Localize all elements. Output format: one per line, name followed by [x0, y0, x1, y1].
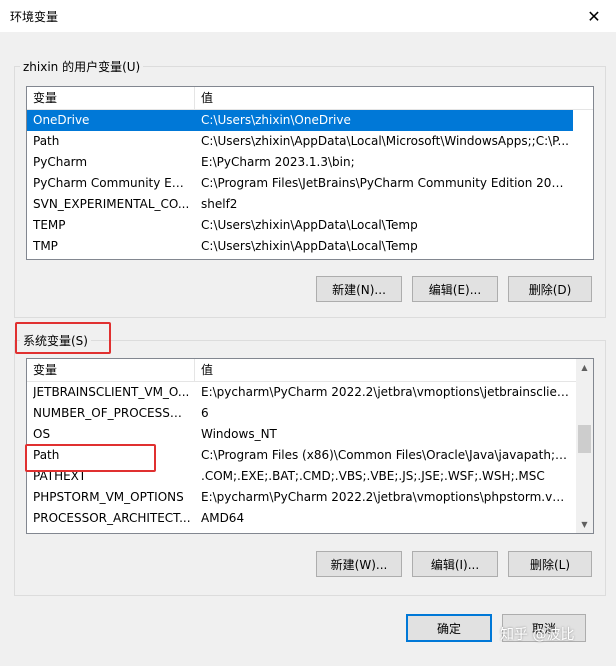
table-row[interactable]: NUMBER_OF_PROCESSORS 6 — [27, 403, 576, 424]
table-row[interactable]: OS Windows_NT — [27, 424, 576, 445]
system-variables-scrollbar[interactable]: ▲ ▼ — [576, 359, 593, 533]
system-delete-button[interactable]: 删除(L) — [508, 551, 592, 577]
variable-name-cell: Path — [33, 134, 60, 148]
column-header-variable[interactable]: 变量 — [27, 87, 195, 109]
table-row[interactable]: Path C:\Users\zhixin\AppData\Local\Micros… — [27, 131, 576, 152]
variable-name-cell: JETBRAINSCLIENT_VM_O... — [33, 385, 190, 399]
variable-value-cell: C:\Program Files\JetBrains\PyCharm Commu… — [201, 176, 571, 190]
table-row[interactable]: PHPSTORM_VM_OPTIONS E:\pycharm\PyCharm 20… — [27, 487, 576, 508]
column-header-value[interactable]: 值 — [195, 359, 576, 381]
table-row[interactable]: PyCharm E:\PyCharm 2023.1.3\bin; — [27, 152, 576, 173]
table-row[interactable]: PROCESSOR_ARCHITECT... AMD64 — [27, 508, 576, 529]
variable-value-cell: 6 — [201, 406, 209, 420]
variable-name-cell: TMP — [33, 239, 58, 253]
highlight-system-variables-label — [15, 322, 111, 354]
variable-value-cell: shelf2 — [201, 197, 238, 211]
user-delete-button[interactable]: 删除(D) — [508, 276, 592, 302]
ok-button[interactable]: 确定 — [406, 614, 492, 642]
user-variables-list[interactable]: 变量 值 OneDrive C:\Users\zhixin\OneDrive Pat… — [26, 86, 594, 260]
variable-value-cell: .COM;.EXE;.BAT;.CMD;.VBS;.VBE;.JS;.JSE;.… — [201, 469, 545, 483]
variable-value-cell: E:\pycharm\PyCharm 2022.2\jetbra\vmoptio… — [201, 490, 571, 504]
column-header-value[interactable]: 值 — [195, 87, 593, 109]
user-edit-button[interactable]: 编辑(E)... — [412, 276, 498, 302]
table-row[interactable]: OneDrive C:\Users\zhixin\OneDrive — [27, 110, 573, 131]
window-title: 环境变量 — [10, 10, 59, 24]
variable-value-cell: C:\Users\zhixin\AppData\Local\Microsoft\… — [201, 134, 569, 148]
variable-name-cell: SVN_EXPERIMENTAL_CO... — [33, 197, 190, 211]
variable-name-cell: NUMBER_OF_PROCESSORS — [33, 406, 191, 420]
watermark: 知乎 @波比 — [500, 627, 575, 643]
table-row[interactable]: PyCharm Community Editi... C:\Program Fil… — [27, 173, 576, 194]
variable-name-cell: TEMP — [33, 218, 66, 232]
scroll-down-icon[interactable]: ▼ — [576, 516, 593, 533]
system-variables-header: 变量 值 — [27, 359, 593, 382]
variable-value-cell: AMD64 — [201, 511, 245, 525]
table-row[interactable]: TMP C:\Users\zhixin\AppData\Local\Temp — [27, 236, 576, 257]
table-row[interactable]: TEMP C:\Users\zhixin\AppData\Local\Temp — [27, 215, 576, 236]
user-variables-header: 变量 值 — [27, 87, 593, 110]
system-new-button[interactable]: 新建(W)... — [316, 551, 402, 577]
variable-name-cell: PyCharm — [33, 155, 88, 169]
close-icon[interactable]: ✕ — [572, 0, 616, 32]
title-bar: 环境变量 ✕ — [0, 0, 616, 32]
variable-name-cell: PHPSTORM_VM_OPTIONS — [33, 490, 184, 504]
variable-value-cell: E:\PyCharm 2023.1.3\bin; — [201, 155, 355, 169]
variable-name-cell: PROCESSOR_ARCHITECT... — [33, 511, 191, 525]
table-row[interactable]: SVN_EXPERIMENTAL_CO... shelf2 — [27, 194, 576, 215]
variable-value-cell: C:\Users\zhixin\AppData\Local\Temp — [201, 239, 418, 253]
table-row[interactable]: JETBRAINSCLIENT_VM_O... E:\pycharm\PyChar… — [27, 382, 576, 403]
system-edit-button[interactable]: 编辑(I)... — [412, 551, 498, 577]
variable-value-cell: C:\Users\zhixin\AppData\Local\Temp — [201, 218, 418, 232]
variable-name-cell: PyCharm Community Editi... — [33, 176, 191, 190]
user-variables-label: zhixin 的用户变量(U) — [20, 58, 144, 75]
variable-name-cell: OneDrive — [33, 113, 90, 127]
variable-value-cell: E:\pycharm\PyCharm 2022.2\jetbra\vmoptio… — [201, 385, 571, 399]
scroll-up-icon[interactable]: ▲ — [576, 359, 593, 376]
scroll-thumb[interactable] — [578, 425, 591, 453]
variable-value-cell: Windows_NT — [201, 427, 277, 441]
user-new-button[interactable]: 新建(N)... — [316, 276, 402, 302]
variable-value-cell: C:\Users\zhixin\OneDrive — [201, 113, 351, 127]
variable-name-cell: OS — [33, 427, 51, 441]
highlight-path-row — [25, 444, 156, 472]
column-header-variable[interactable]: 变量 — [27, 359, 195, 381]
variable-value-cell: C:\Program Files (x86)\Common Files\Orac… — [201, 448, 571, 462]
